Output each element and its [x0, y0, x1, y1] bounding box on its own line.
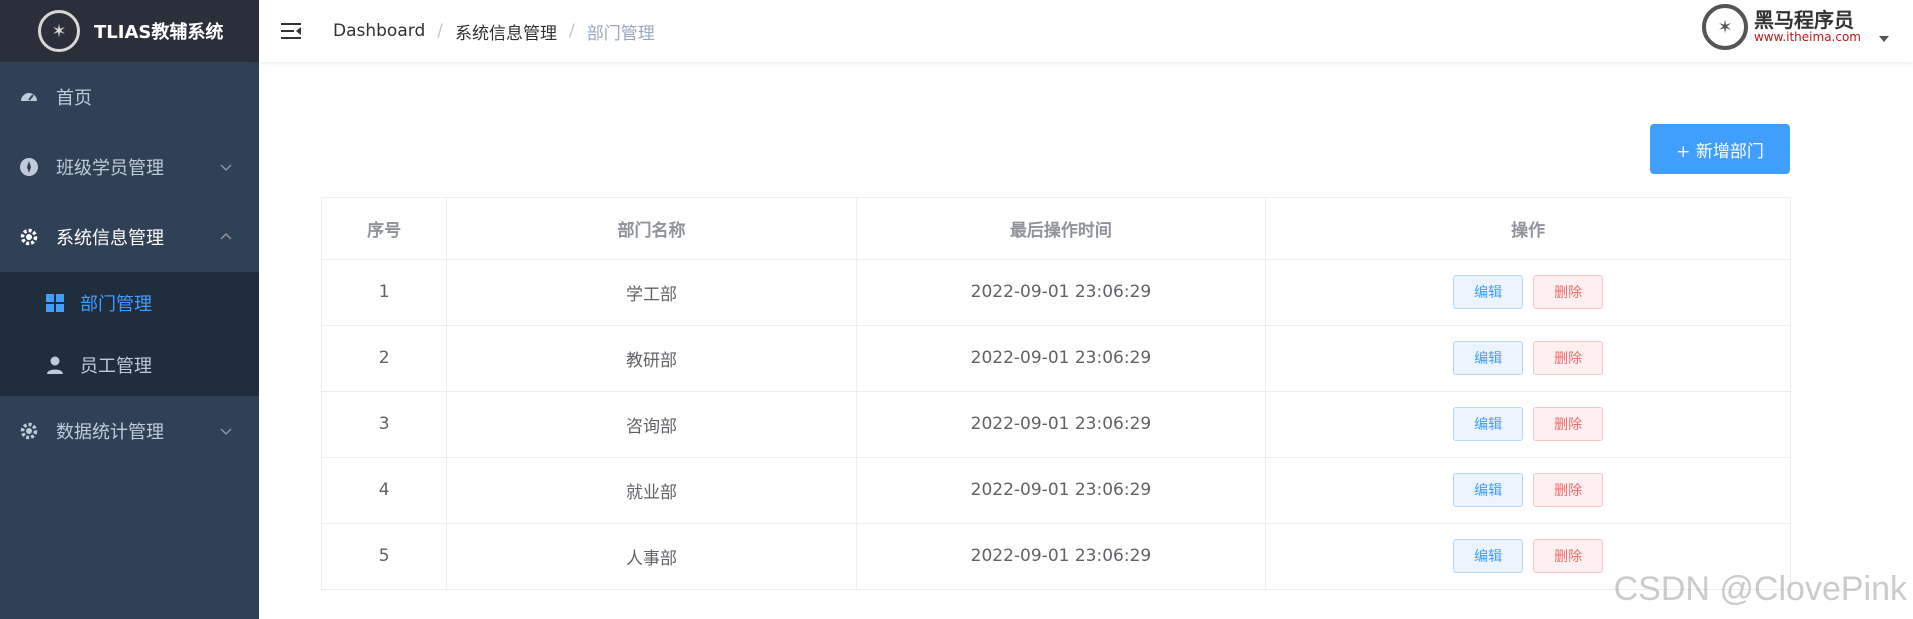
cell-index: 5 — [322, 523, 448, 590]
brand-text: 黑马程序员 www.itheima.com — [1754, 9, 1861, 44]
sidebar-logo[interactable]: ✶ TLIAS教辅系统 — [0, 0, 259, 62]
cell-time: 2022-09-01 23:06:29 — [856, 523, 1267, 590]
add-department-button[interactable]: + 新增部门 — [1650, 124, 1790, 174]
sidebar-item-label: 班级学员管理 — [56, 158, 164, 179]
sidebar-item-class-management[interactable]: 班级学员管理 — [0, 132, 259, 202]
cell-index: 3 — [322, 391, 448, 458]
cell-name: 咨询部 — [446, 391, 857, 458]
cell-actions: 编辑 删除 — [1265, 391, 1790, 458]
delete-button[interactable]: 删除 — [1533, 539, 1604, 573]
user-icon — [44, 354, 66, 376]
gear-icon — [18, 420, 40, 442]
app-title: TLIAS教辅系统 — [94, 22, 224, 43]
edit-button[interactable]: 编辑 — [1453, 275, 1524, 309]
sidebar-item-label: 首页 — [56, 88, 92, 109]
breadcrumb-separator: / — [437, 21, 443, 41]
brand-url: www.itheima.com — [1753, 30, 1861, 45]
column-header: 操作 — [1265, 198, 1790, 260]
chevron-down-icon — [220, 164, 232, 172]
delete-button[interactable]: 删除 — [1533, 473, 1604, 507]
brand-name: 黑马程序员 — [1753, 8, 1854, 33]
chevron-up-icon — [220, 232, 232, 240]
brand-logo[interactable]: ✶ 黑马程序员 www.itheima.com — [1701, 4, 1889, 50]
sidebar-item-employee[interactable]: 员工管理 — [0, 334, 259, 396]
brand-logo-icon: ✶ — [1701, 4, 1748, 50]
edit-button[interactable]: 编辑 — [1453, 473, 1524, 507]
sidebar-item-label: 员工管理 — [80, 356, 152, 377]
chevron-down-icon — [220, 428, 232, 436]
hamburger-icon[interactable] — [279, 18, 305, 44]
watermark: CSDN @ClovePink — [1613, 570, 1907, 608]
submenu-system-info: 部门管理 员工管理 — [0, 272, 259, 396]
delete-button[interactable]: 删除 — [1533, 407, 1604, 441]
table-row: 1 学工部 2022-09-01 23:06:29 编辑 删除 — [322, 259, 1790, 326]
dashboard-icon — [18, 86, 40, 108]
cell-name: 人事部 — [446, 523, 857, 590]
delete-button[interactable]: 删除 — [1533, 275, 1604, 309]
table-row: 5 人事部 2022-09-01 23:06:29 编辑 删除 — [322, 523, 1790, 590]
breadcrumb: Dashboard / 系统信息管理 / 部门管理 — [333, 19, 655, 44]
cell-actions: 编辑 删除 — [1265, 259, 1790, 326]
sidebar-item-label: 部门管理 — [80, 294, 152, 315]
cell-name: 学工部 — [446, 259, 857, 326]
edit-button[interactable]: 编辑 — [1453, 407, 1524, 441]
cell-actions: 编辑 删除 — [1265, 457, 1790, 524]
department-table: 序号 部门名称 最后操作时间 操作 1 学工部 2022-09-01 23:06… — [321, 197, 1791, 590]
edit-button[interactable]: 编辑 — [1453, 341, 1524, 375]
cell-index: 1 — [322, 259, 448, 326]
breadcrumb-separator: / — [568, 21, 575, 41]
breadcrumb-item[interactable]: 系统信息管理 — [455, 19, 557, 44]
sidebar-item-department[interactable]: 部门管理 — [0, 272, 259, 334]
breadcrumb-item[interactable]: Dashboard — [333, 21, 425, 41]
cell-time: 2022-09-01 23:06:29 — [856, 391, 1267, 458]
sidebar-item-system-info[interactable]: 系统信息管理 — [0, 202, 259, 272]
cell-time: 2022-09-01 23:06:29 — [856, 259, 1267, 326]
navbar: Dashboard / 系统信息管理 / 部门管理 ✶ 黑马程序员 www.it… — [259, 0, 1913, 62]
sidebar-item-statistics[interactable]: 数据统计管理 — [0, 396, 259, 466]
logo-icon: ✶ — [38, 10, 80, 52]
caret-down-icon[interactable] — [1879, 36, 1889, 42]
cell-actions: 编辑 删除 — [1265, 325, 1790, 392]
main-content: + 新增部门 序号 部门名称 最后操作时间 操作 1 学工部 2022-09-0… — [259, 62, 1913, 619]
sidebar-item-label: 系统信息管理 — [56, 228, 164, 249]
cell-index: 4 — [322, 457, 448, 524]
table-row: 3 咨询部 2022-09-01 23:06:29 编辑 删除 — [322, 391, 1790, 458]
edit-button[interactable]: 编辑 — [1453, 539, 1524, 573]
breadcrumb-item-current: 部门管理 — [586, 23, 655, 44]
cell-time: 2022-09-01 23:06:29 — [856, 325, 1267, 392]
gear-icon — [18, 226, 40, 248]
cell-name: 教研部 — [446, 325, 857, 392]
column-header: 部门名称 — [446, 198, 857, 260]
grid-icon — [44, 292, 66, 314]
delete-button[interactable]: 删除 — [1533, 341, 1604, 375]
table-header-row: 序号 部门名称 最后操作时间 操作 — [322, 198, 1790, 260]
column-header: 序号 — [322, 198, 448, 260]
cell-index: 2 — [322, 325, 448, 392]
sidebar-item-home[interactable]: 首页 — [0, 62, 259, 132]
app-root: ✶ TLIAS教辅系统 首页 班级学员管理 系统信息管理 部门管理 员工管理 数… — [0, 0, 1913, 619]
cell-name: 就业部 — [446, 457, 857, 524]
column-header: 最后操作时间 — [856, 198, 1267, 260]
sidebar: ✶ TLIAS教辅系统 首页 班级学员管理 系统信息管理 部门管理 员工管理 数… — [0, 0, 259, 619]
table-row: 2 教研部 2022-09-01 23:06:29 编辑 删除 — [322, 325, 1790, 392]
table-row: 4 就业部 2022-09-01 23:06:29 编辑 删除 — [322, 457, 1790, 524]
cell-time: 2022-09-01 23:06:29 — [856, 457, 1267, 524]
compass-icon — [18, 156, 40, 178]
sidebar-item-label: 数据统计管理 — [56, 422, 164, 443]
